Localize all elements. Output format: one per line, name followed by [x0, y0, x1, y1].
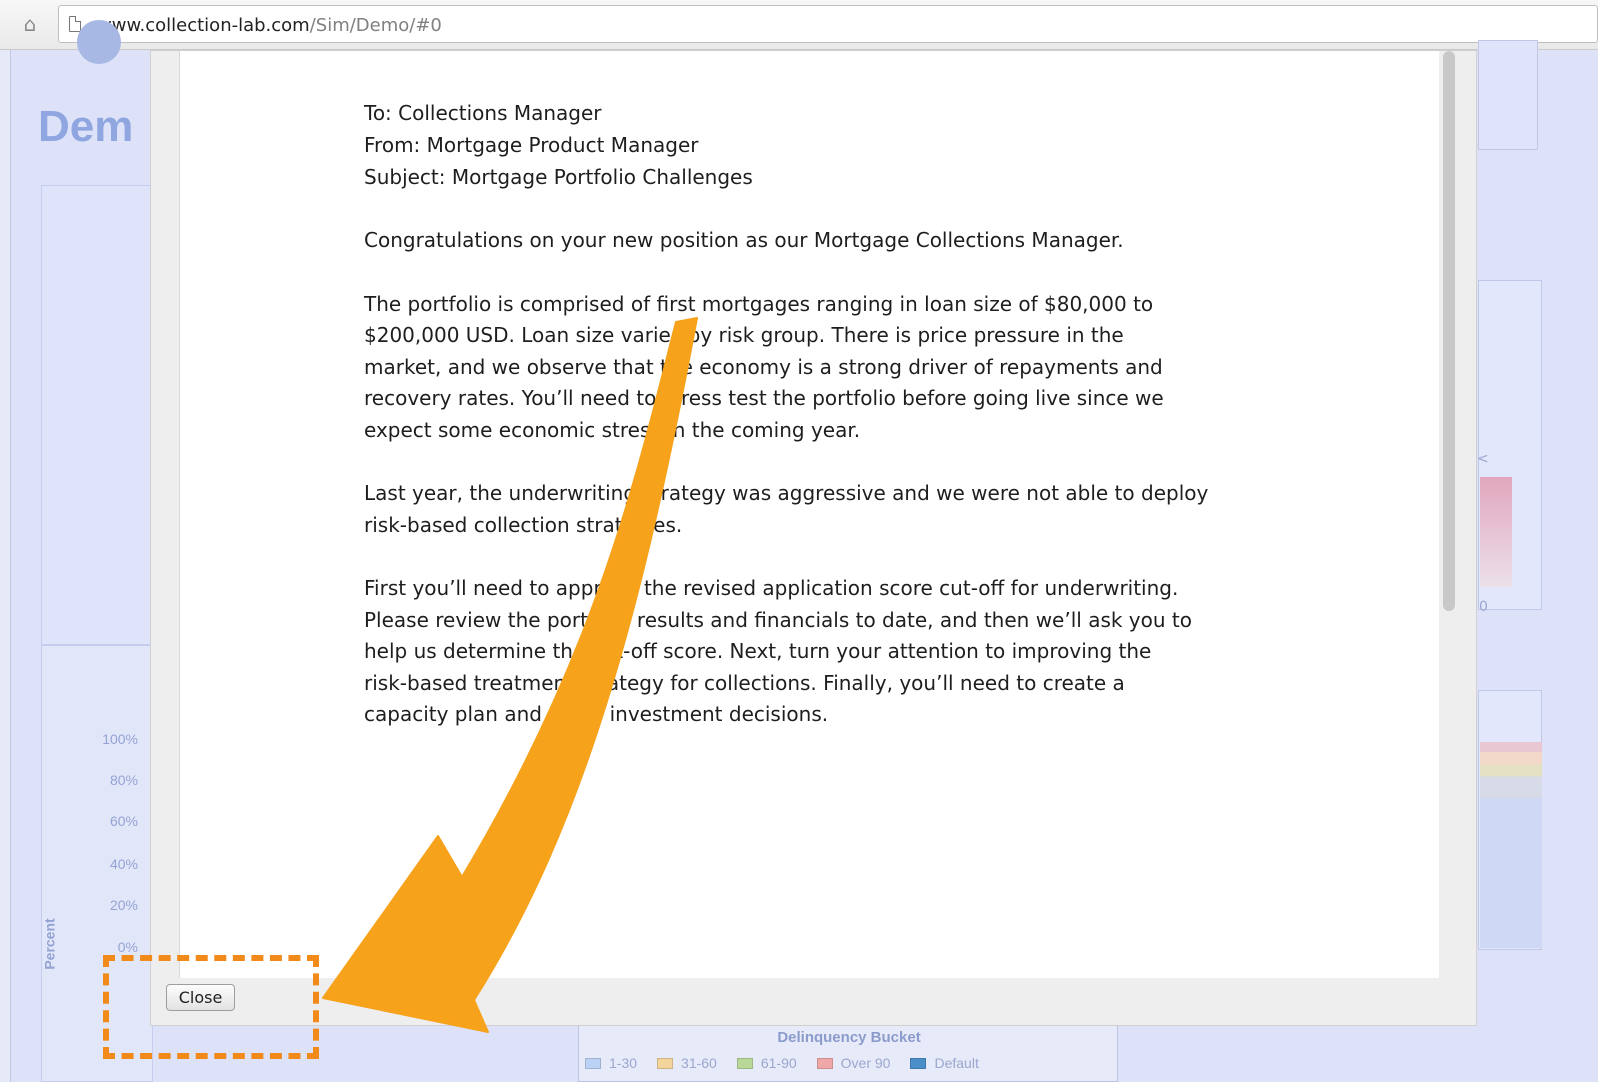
memo-line: Please review the portfolio results and … — [364, 607, 1192, 632]
legend-swatch — [585, 1058, 601, 1069]
url-field[interactable]: www.collection-lab.com/Sim/Demo/#0 — [58, 5, 1598, 43]
page-icon — [69, 16, 81, 32]
memo-line: help us determine the cut-off score. Nex… — [364, 639, 1152, 663]
memo-line: recovery rates. You’ll need to stress te… — [364, 386, 1164, 410]
memo-paragraph: The portfolio is comprised of first mort… — [364, 289, 1264, 447]
memo-line: capacity plan and make investment decisi… — [364, 702, 829, 726]
right-fragment: < — [1477, 451, 1489, 467]
legend-item: 31-60 — [657, 1055, 717, 1071]
chart-legend: Delinquency Bucket 1-30 31-60 61-90 Over 90… — [578, 1022, 1118, 1082]
memo-content: To: Collections Manager From: Mortgage P… — [179, 51, 1447, 978]
right-stacked-base — [1480, 798, 1542, 948]
y-tick: 40% — [109, 856, 138, 872]
memo-text: To: Collections Manager From: Mortgage P… — [364, 97, 1264, 731]
memo-paragraph: First you’ll need to approve the revised… — [364, 573, 1264, 731]
memo-line: First you’ll need to approve the revised… — [364, 576, 1179, 600]
memo-dialog: To: Collections Manager From: Mortgage P… — [150, 50, 1477, 1026]
legend-label: 1-30 — [609, 1055, 638, 1071]
memo-subject: Subject: Mortgage Portfolio Challenges — [364, 165, 753, 189]
legend-title: Delinquency Bucket — [777, 1029, 921, 1046]
legend-label: Default — [934, 1055, 979, 1071]
left-panel — [41, 185, 153, 645]
memo-line: $200,000 USD. Loan size varies by risk g… — [364, 323, 1124, 347]
app-title: Dem — [38, 102, 134, 151]
y-tick: 60% — [109, 813, 138, 829]
memo-line: Last year, the underwriting strategy was… — [364, 481, 1209, 505]
y-tick: 80% — [109, 772, 138, 788]
legend-label: 61-90 — [760, 1055, 797, 1071]
right-stacked-bars — [1480, 742, 1542, 798]
right-fragment: 0 — [1479, 599, 1488, 615]
url-domain: www.collection-lab.com — [97, 15, 310, 36]
legend-row: 1-30 31-60 61-90 Over 90 Default — [585, 1055, 999, 1071]
memo-to: To: Collections Manager — [364, 101, 602, 125]
memo-from: From: Mortgage Product Manager — [364, 133, 699, 157]
legend-label: Over 90 — [840, 1055, 891, 1071]
y-tick: 100% — [102, 731, 138, 747]
y-tick: 0% — [117, 939, 138, 955]
legend-label: 31-60 — [681, 1055, 717, 1071]
memo-line: expect some economic stress in the comin… — [364, 417, 861, 442]
legend-item: Default — [910, 1055, 979, 1071]
legend-item: 1-30 — [585, 1055, 637, 1071]
memo-body: Congratulations on your new position as … — [364, 225, 1264, 731]
right-panel-top — [1478, 40, 1538, 150]
memo-line: risk-based collection strategies. — [364, 512, 683, 537]
memo-paragraph: Congratulations on your new position as … — [364, 225, 1264, 257]
legend-swatch — [657, 1058, 674, 1069]
legend-item: Over 90 — [816, 1055, 891, 1071]
highlight-box — [103, 955, 319, 1059]
url-path: /Sim/Demo/#0 — [309, 15, 442, 36]
legend-swatch — [910, 1058, 927, 1069]
scrollbar-thumb[interactable] — [1443, 51, 1455, 611]
y-tick: 20% — [109, 897, 138, 913]
legend-swatch — [816, 1058, 833, 1069]
y-axis-label: Percent — [41, 918, 58, 970]
home-icon[interactable]: ⌂ — [18, 12, 42, 36]
memo-line: risk-based treatment strategy for collec… — [364, 670, 1125, 695]
browser-address-bar: ⌂ www.collection-lab.com/Sim/Demo/#0 — [0, 0, 1598, 50]
logo-icon — [77, 20, 121, 64]
url-text: www.collection-lab.com/Sim/Demo/#0 — [97, 15, 442, 36]
right-bar — [1480, 477, 1512, 587]
memo-line: The portfolio is comprised of first mort… — [364, 291, 1154, 316]
legend-swatch — [736, 1058, 753, 1069]
memo-paragraph: Last year, the underwriting strategy was… — [364, 478, 1264, 541]
memo-line: market, and we observe that the economy … — [364, 354, 1163, 379]
dialog-footer: Close — [151, 978, 1476, 1025]
memo-line: Congratulations on your new position as … — [364, 228, 1124, 252]
legend-item: 61-90 — [736, 1055, 797, 1071]
